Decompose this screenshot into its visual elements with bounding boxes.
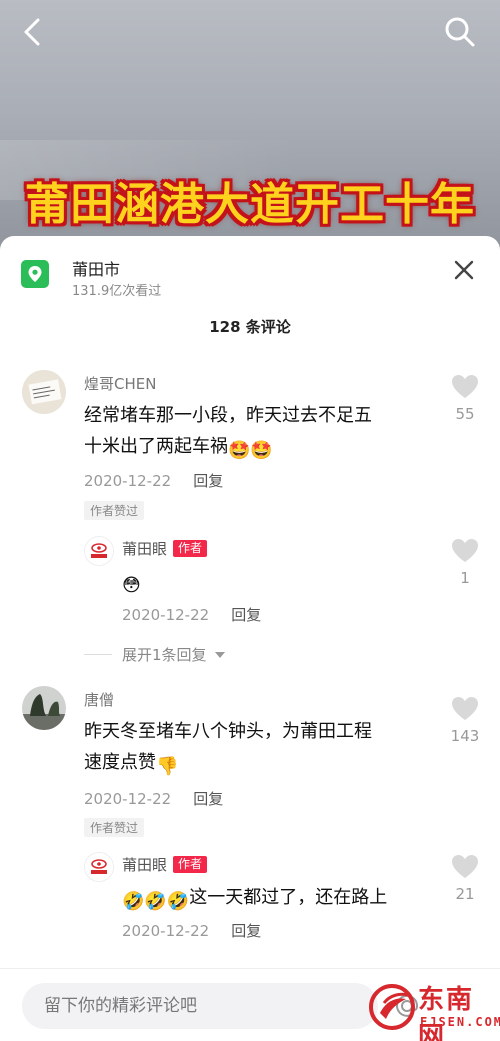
like-count: 143 (450, 727, 480, 745)
watermark-subtext: FJSEN.COM (420, 1015, 500, 1029)
author-liked-badge: 作者赞过 (84, 818, 145, 837)
comment-username[interactable]: 唐僧 (84, 689, 114, 710)
comment-text: 经常堵车那一小段，昨天过去不足五 十米出了两起车祸🤩🤩 (84, 400, 372, 466)
watermark-text: 东南网 (418, 985, 475, 1041)
emoji: 🤩🤩 (228, 440, 273, 461)
reply-meta: 2020-12-22 回复 (122, 920, 261, 941)
author-liked-badge: 作者赞过 (84, 501, 145, 520)
caret-down-icon (214, 651, 225, 658)
reply-username: 莆田眼 作者 (122, 538, 208, 559)
comment-text-line-content: 速度点赞 (84, 752, 156, 773)
chevron-left-icon (24, 18, 40, 46)
search-icon (445, 17, 475, 47)
search-button[interactable] (438, 10, 482, 54)
comments-sheet: 莆田市 131.9亿次看过 128 条评论 煌哥CHEN 经常堵车那一小段，昨天… (0, 236, 500, 1041)
comment-count: 128 条评论 (209, 318, 291, 336)
reply-username-text[interactable]: 莆田眼 (122, 540, 167, 558)
location-name[interactable]: 莆田市 (72, 256, 120, 280)
reply-date: 2020-12-22 (122, 922, 210, 940)
avatar[interactable] (22, 686, 66, 730)
comment-date: 2020-12-22 (84, 472, 172, 490)
reply-username-text[interactable]: 莆田眼 (122, 856, 167, 874)
back-button[interactable] (10, 10, 54, 54)
emoji: 🤣🤣🤣 (122, 891, 190, 912)
like-button[interactable]: 143 (450, 696, 480, 745)
comment-date: 2020-12-22 (84, 790, 172, 808)
like-button[interactable]: 1 (450, 538, 480, 587)
reply-username: 莆田眼 作者 (122, 854, 208, 875)
reply-meta: 2020-12-22 回复 (122, 604, 261, 625)
heart-icon (452, 539, 478, 562)
like-count: 21 (455, 885, 475, 903)
like-count: 55 (455, 405, 475, 423)
comment-text-line-2: 速度点赞👎 (84, 747, 372, 782)
comment-meta: 2020-12-22 回复 (84, 788, 223, 809)
avatar[interactable] (84, 852, 114, 882)
like-button[interactable]: 21 (450, 854, 480, 903)
reply-button[interactable]: 回复 (193, 790, 223, 808)
reply-button[interactable]: 回复 (193, 472, 223, 490)
comment-input[interactable] (22, 983, 378, 1029)
comment-text-line-2: 十米出了两起车祸🤩🤩 (84, 431, 372, 466)
emoji: 👎 (156, 756, 179, 777)
watermark: 东南网 FJSEN.COM (368, 977, 500, 1041)
author-badge: 作者 (173, 856, 208, 873)
reply-button[interactable]: 回复 (231, 922, 261, 940)
comment-username[interactable]: 煌哥CHEN (84, 373, 156, 394)
heart-icon (452, 855, 478, 878)
like-button[interactable]: 55 (450, 374, 480, 423)
close-icon (454, 260, 474, 280)
comment-text-line: 昨天冬至堵车八个钟头，为莆田工程 (84, 721, 372, 742)
comment-meta: 2020-12-22 回复 (84, 470, 223, 491)
divider (84, 654, 112, 655)
reply-text: 🤣🤣🤣这一天都过了，还在路上 (122, 882, 387, 917)
close-button[interactable] (448, 254, 480, 286)
reply-date: 2020-12-22 (122, 606, 210, 624)
expand-replies-button[interactable]: 展开1条回复 (84, 644, 227, 665)
expand-replies-label: 展开1条回复 (122, 646, 207, 664)
reply-button[interactable]: 回复 (231, 606, 261, 624)
heart-icon (452, 697, 478, 720)
avatar[interactable] (22, 370, 66, 414)
reply-text-content: 这一天都过了，还在路上 (189, 887, 388, 908)
heart-icon (452, 375, 478, 398)
comment-text-line-content: 十米出了两起车祸 (84, 436, 228, 457)
emoji: 😳 (122, 575, 141, 596)
reply-text: 😳 (122, 566, 141, 601)
comment-text-line: 经常堵车那一小段，昨天过去不足五 (84, 405, 372, 426)
author-badge: 作者 (173, 540, 208, 557)
fjsen-logo-icon (369, 984, 415, 1030)
avatar[interactable] (84, 536, 114, 566)
video-title: 莆田涵港大道开工十年 (25, 179, 475, 230)
location-pin-icon (21, 260, 49, 288)
comment-text: 昨天冬至堵车八个钟头，为莆田工程 速度点赞👎 (84, 716, 372, 782)
location-views: 131.9亿次看过 (72, 284, 162, 299)
comment-input-bar: 东南网 FJSEN.COM (0, 968, 500, 1041)
like-count: 1 (460, 569, 470, 587)
